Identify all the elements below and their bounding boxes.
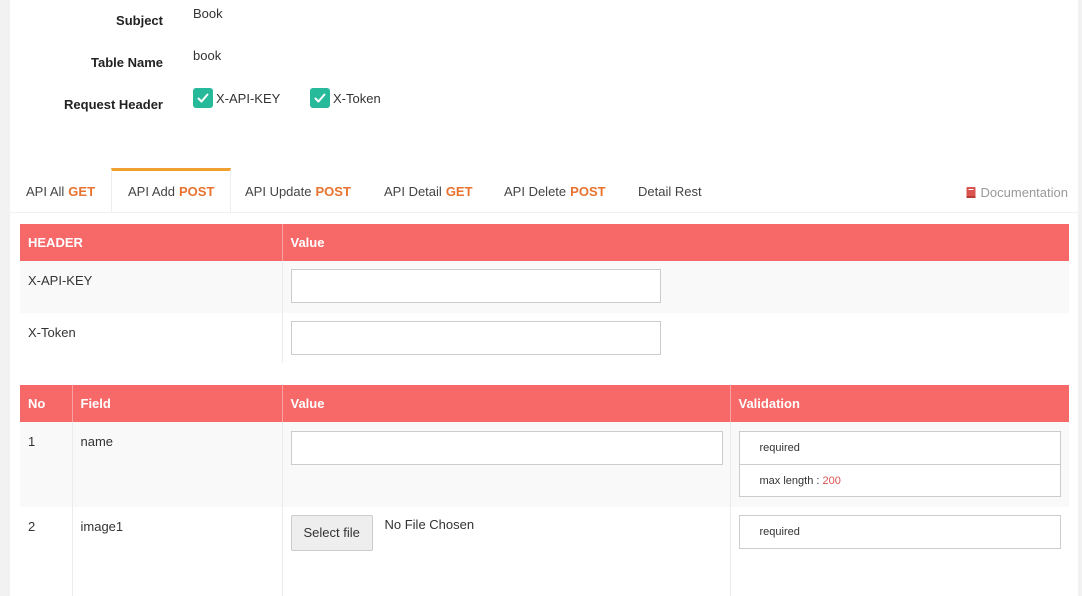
documentation-label: Documentation — [980, 185, 1068, 200]
header-name-cell: X-API-KEY — [20, 261, 283, 313]
tab-api-detail[interactable]: API Detail GET — [368, 168, 489, 212]
validation-required: required — [759, 442, 800, 454]
tab-api-delete[interactable]: API Delete POST — [488, 168, 622, 212]
tab-method: POST — [315, 184, 351, 199]
tab-label: API Add — [128, 184, 175, 199]
checkmark-icon — [310, 88, 330, 108]
tab-label: Detail Rest — [638, 184, 702, 199]
checkbox-x-token[interactable]: X-Token — [310, 88, 381, 108]
tab-api-add[interactable]: API Add POST — [111, 168, 232, 212]
table-row: X-Token — [20, 313, 1069, 363]
checkbox-x-api-key[interactable]: X-API-KEY — [193, 88, 280, 108]
tab-method: GET — [68, 184, 96, 199]
field-name: image1 — [72, 507, 283, 596]
file-status: No File Chosen — [384, 517, 475, 532]
table-row: 1 name required max length : 200 — [20, 422, 1069, 507]
tab-label: API Detail — [384, 184, 442, 199]
checkbox-label: X-Token — [333, 90, 381, 106]
tab-label: API All — [26, 184, 65, 199]
select-file-button[interactable]: Select file — [290, 515, 373, 551]
tab-api-update[interactable]: API Update POST — [229, 168, 367, 212]
api-panel: Subject Book Table Name book Request Hea… — [10, 0, 1078, 596]
field-name: name — [72, 422, 283, 507]
header-name-cell: X-Token — [20, 313, 283, 363]
validation-max-length: max length : 200 — [739, 464, 1060, 496]
tab-method: POST — [570, 184, 606, 199]
tab-api-all[interactable]: API All GET — [10, 168, 111, 212]
table-row: X-API-KEY — [20, 261, 1069, 313]
name-input[interactable] — [290, 431, 723, 465]
x-token-input[interactable] — [290, 321, 661, 355]
row-number: 2 — [20, 507, 73, 596]
table-row: 2 image1 Select file No File Chosen requ… — [20, 507, 1069, 596]
table-name-value: book — [193, 48, 222, 63]
book-icon — [965, 186, 977, 199]
column-header: Value — [282, 224, 1069, 261]
header-table: HEADER Value X-API-KEY X-Token — [20, 224, 1069, 363]
tab-label: API Delete — [504, 184, 567, 199]
table-name-label: Table Name — [90, 55, 163, 70]
column-header: No — [20, 385, 73, 422]
request-header-label: Request Header — [64, 97, 163, 112]
tab-method: POST — [178, 184, 215, 199]
tab-detail-rest[interactable]: Detail Rest — [622, 168, 718, 212]
column-header: Value — [282, 385, 731, 422]
row-number: 1 — [20, 422, 73, 507]
column-header: Field — [72, 385, 283, 422]
subject-label: Subject — [116, 13, 163, 28]
column-header: HEADER — [20, 224, 283, 261]
checkbox-label: X-API-KEY — [216, 90, 281, 106]
subject-value: Book — [193, 6, 223, 21]
x-api-key-input[interactable] — [290, 269, 661, 303]
checkmark-icon — [193, 88, 213, 108]
field-table: No Field Value Validation 1 name require… — [20, 385, 1069, 596]
documentation-link[interactable]: Documentation — [965, 185, 1068, 200]
column-header: Validation — [730, 385, 1069, 422]
tab-label: API Update — [245, 184, 312, 199]
validation-box: required max length : 200 — [738, 431, 1061, 497]
api-tabs: API All GET API Add POST API Update POST AP… — [10, 168, 1078, 213]
validation-box: required — [738, 515, 1061, 549]
validation-required: required — [759, 526, 800, 538]
tab-method: GET — [445, 184, 473, 199]
validation-max-value: 200 — [822, 475, 841, 487]
validation-max-label: max length : — [759, 475, 820, 487]
